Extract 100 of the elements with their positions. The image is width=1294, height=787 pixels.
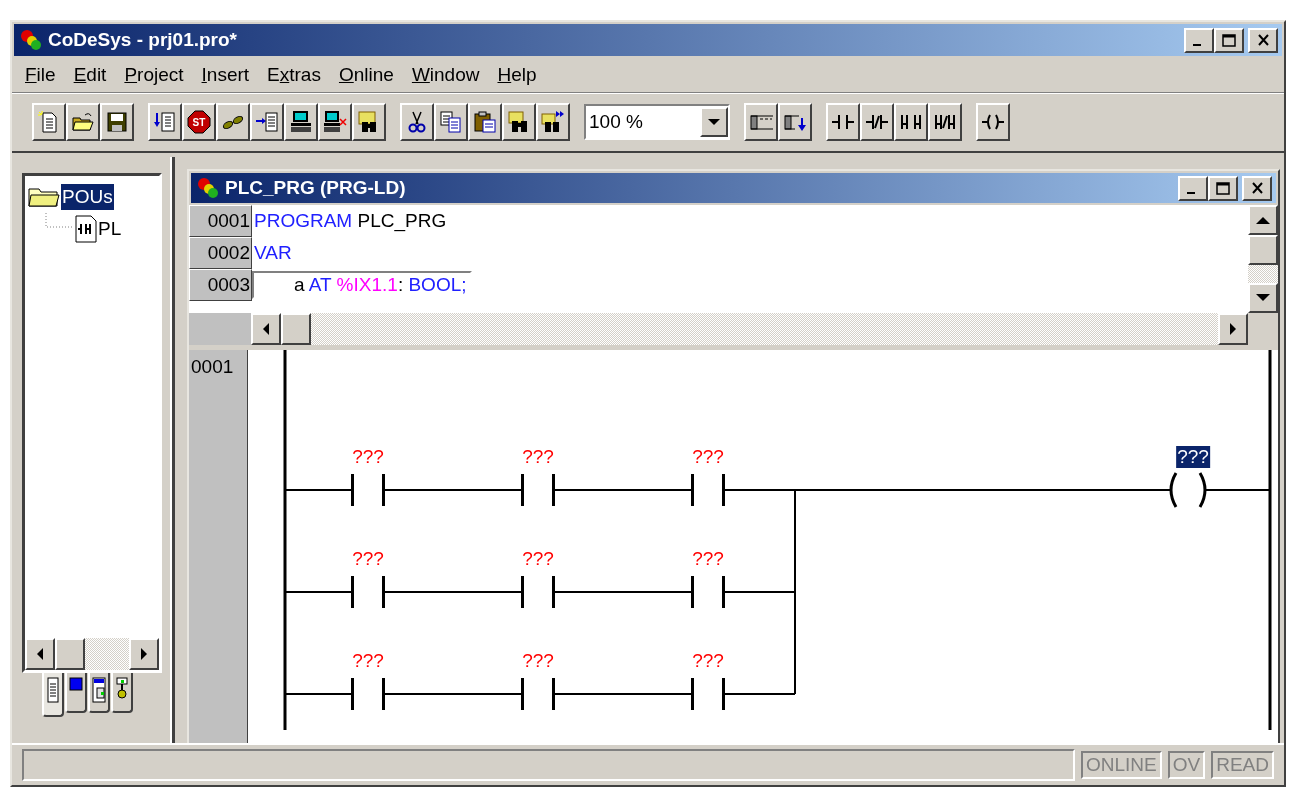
binoculars-button[interactable] xyxy=(502,103,536,141)
coil-symbol[interactable] xyxy=(1169,471,1207,509)
left-arrow-icon xyxy=(262,323,270,335)
scroll-thumb[interactable] xyxy=(55,638,85,670)
wire xyxy=(1204,489,1271,491)
open-folder-button[interactable] xyxy=(66,103,100,141)
scroll-thumb[interactable] xyxy=(281,313,311,345)
caret-icon xyxy=(708,118,720,126)
menu-item[interactable]: Extras xyxy=(258,62,330,88)
footsteps-button[interactable] xyxy=(216,103,250,141)
folder-icon xyxy=(27,185,61,209)
scroll-left-button[interactable] xyxy=(25,638,55,670)
contact-symbol[interactable] xyxy=(351,474,385,506)
new-document-button[interactable] xyxy=(32,103,66,141)
menu-item[interactable]: File xyxy=(16,62,65,88)
scroll-right-button[interactable] xyxy=(129,638,159,670)
coil-button[interactable] xyxy=(976,103,1010,141)
app-logo-icon xyxy=(20,29,44,51)
variable-placeholder[interactable]: ??? xyxy=(351,548,385,570)
maximize-button[interactable] xyxy=(1208,175,1238,201)
stop-sign-button[interactable]: ST xyxy=(182,103,216,141)
left-arrow-icon xyxy=(36,648,44,660)
folder-binoculars-button[interactable] xyxy=(352,103,386,141)
stop-sign-icon: ST xyxy=(187,110,211,134)
maximize-button[interactable] xyxy=(1214,27,1244,53)
contact-symbol[interactable] xyxy=(521,576,555,608)
line-number: 0002 xyxy=(189,237,252,269)
variable-placeholder[interactable]: ??? xyxy=(521,446,555,468)
object-tab[interactable] xyxy=(111,673,133,713)
horizontal-scrollbar[interactable] xyxy=(189,313,1278,345)
minimize-button[interactable] xyxy=(1178,175,1208,201)
variable-placeholder[interactable]: ??? xyxy=(691,446,725,468)
arrow-page-button[interactable] xyxy=(148,103,182,141)
computer-button[interactable] xyxy=(284,103,318,141)
object-tab[interactable] xyxy=(42,673,64,717)
variable-placeholder[interactable]: ??? xyxy=(521,650,555,672)
object-tab[interactable] xyxy=(65,673,87,713)
save-button[interactable] xyxy=(100,103,134,141)
save-icon xyxy=(105,110,129,134)
vertical-scrollbar[interactable] xyxy=(1248,205,1278,313)
down-arrow-icon xyxy=(1256,294,1270,302)
minimize-button[interactable] xyxy=(1184,27,1214,53)
parallel-negated-contact-button[interactable] xyxy=(928,103,962,141)
dropdown-arrow-button[interactable] xyxy=(700,107,728,137)
contact-symbol[interactable] xyxy=(351,678,385,710)
contact-symbol[interactable] xyxy=(691,678,725,710)
tree-item[interactable]: POUs xyxy=(61,184,114,210)
menu-item[interactable]: Edit xyxy=(64,62,116,88)
menu-item[interactable]: Window xyxy=(402,62,489,88)
right-arrow-icon xyxy=(140,648,148,660)
contact-symbol[interactable] xyxy=(691,576,725,608)
network-below-button[interactable] xyxy=(778,103,812,141)
contact-symbol[interactable] xyxy=(521,678,555,710)
variable-placeholder[interactable]: ??? xyxy=(1176,446,1210,468)
scissors-button[interactable] xyxy=(400,103,434,141)
scroll-right-button[interactable] xyxy=(1218,313,1248,345)
binoculars-arrows-button[interactable] xyxy=(536,103,570,141)
minimize-icon xyxy=(1193,44,1201,46)
parallel-contact-button[interactable] xyxy=(894,103,928,141)
scroll-track[interactable] xyxy=(1248,265,1278,283)
contact-button[interactable] xyxy=(826,103,860,141)
menu-item[interactable]: Insert xyxy=(192,62,259,88)
variable-placeholder[interactable]: ??? xyxy=(691,548,725,570)
menu-item[interactable]: Project xyxy=(115,62,193,88)
variable-placeholder[interactable]: ??? xyxy=(521,548,555,570)
code-line: PROGRAM PLC_PRG xyxy=(253,210,447,232)
variable-placeholder[interactable]: ??? xyxy=(351,446,385,468)
window-title: CoDeSys - prj01.pro* xyxy=(48,29,238,51)
object-tab[interactable] xyxy=(88,673,110,713)
close-button[interactable] xyxy=(1248,27,1278,53)
scroll-left-button[interactable] xyxy=(251,313,281,345)
step-into-button[interactable] xyxy=(250,103,284,141)
menu-item[interactable]: Help xyxy=(488,62,546,88)
window-icon xyxy=(92,677,106,703)
negated-contact-button[interactable] xyxy=(860,103,894,141)
editor-title: PLC_PRG (PRG-LD) xyxy=(225,177,407,199)
close-icon xyxy=(1250,182,1264,194)
wire xyxy=(284,591,353,593)
copy-icon xyxy=(439,110,463,134)
tree-item[interactable]: PL xyxy=(97,216,123,242)
network-button[interactable] xyxy=(744,103,778,141)
up-arrow-icon xyxy=(1256,216,1270,224)
close-button[interactable] xyxy=(1242,175,1272,201)
maximize-icon xyxy=(1222,33,1236,47)
scroll-down-button[interactable] xyxy=(1248,283,1278,313)
contact-symbol[interactable] xyxy=(351,576,385,608)
contact-symbol[interactable] xyxy=(691,474,725,506)
copy-button[interactable] xyxy=(434,103,468,141)
menu-item[interactable]: Online xyxy=(329,62,403,88)
zoom-dropdown[interactable]: 100 % xyxy=(584,104,730,140)
ladder-document-icon xyxy=(75,215,97,243)
variable-placeholder[interactable]: ??? xyxy=(691,650,725,672)
contact-symbol[interactable] xyxy=(521,474,555,506)
computer-cross-button[interactable] xyxy=(318,103,352,141)
paste-button[interactable] xyxy=(468,103,502,141)
scroll-thumb[interactable] xyxy=(1248,235,1278,265)
scroll-up-button[interactable] xyxy=(1248,205,1278,235)
variable-placeholder[interactable]: ??? xyxy=(351,650,385,672)
pou-logo-icon xyxy=(197,177,221,199)
horizontal-scrollbar[interactable] xyxy=(25,638,159,670)
